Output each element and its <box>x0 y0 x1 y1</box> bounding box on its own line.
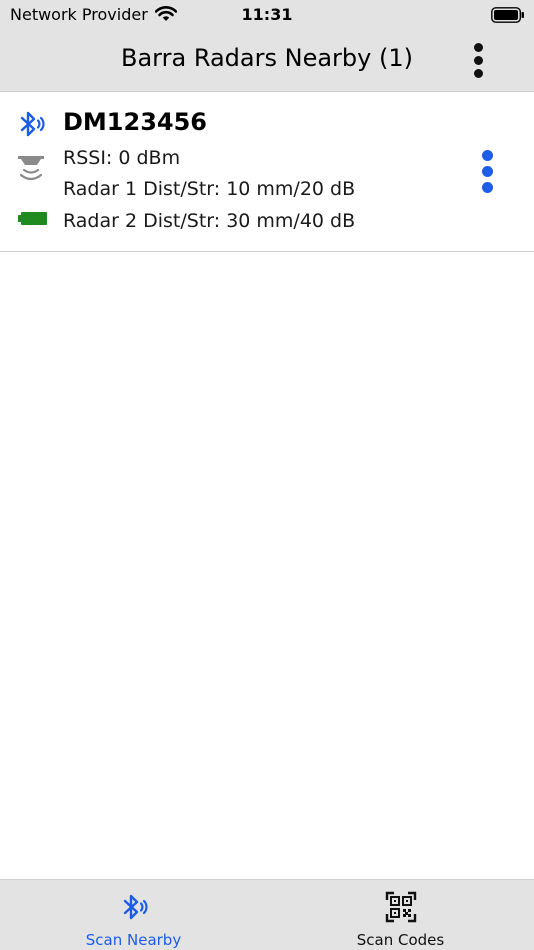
radar-2-reading: Radar 2 Dist/Str: 30 mm/40 dB <box>63 210 356 232</box>
radar-sensor-icon <box>17 155 45 189</box>
device-options-button[interactable] <box>476 148 500 196</box>
page-title: Barra Radars Nearby (1) <box>121 44 413 72</box>
battery-icon <box>491 7 525 27</box>
more-options-button[interactable] <box>464 43 494 79</box>
device-battery-icon <box>18 211 48 231</box>
tab-label: Scan Nearby <box>85 931 182 949</box>
dot-icon <box>482 166 493 177</box>
radar-1-reading: Radar 1 Dist/Str: 10 mm/20 dB <box>63 178 356 200</box>
tab-bar: Scan Nearby Scan Codes <box>0 879 534 950</box>
qr-code-icon <box>385 891 417 927</box>
status-bar: Network Provider 11:31 <box>0 0 534 30</box>
tab-label: Scan Codes <box>356 931 445 949</box>
bluetooth-icon <box>119 891 149 927</box>
clock: 11:31 <box>241 5 293 24</box>
rssi-value: RSSI: 0 dBm <box>63 147 181 169</box>
dot-icon <box>474 43 483 52</box>
dot-icon <box>474 56 483 65</box>
tab-scan-nearby[interactable]: Scan Nearby <box>0 880 267 950</box>
nav-header: Barra Radars Nearby (1) <box>0 30 534 92</box>
bluetooth-icon <box>16 109 46 143</box>
tab-scan-codes[interactable]: Scan Codes <box>267 880 534 950</box>
dot-icon <box>474 69 483 78</box>
dot-icon <box>482 150 493 161</box>
device-name: DM123456 <box>63 108 207 136</box>
dot-icon <box>482 182 493 193</box>
device-list-item[interactable]: DM123456 RSSI: 0 dBm Radar 1 Dist/Str: 1… <box>0 92 534 252</box>
